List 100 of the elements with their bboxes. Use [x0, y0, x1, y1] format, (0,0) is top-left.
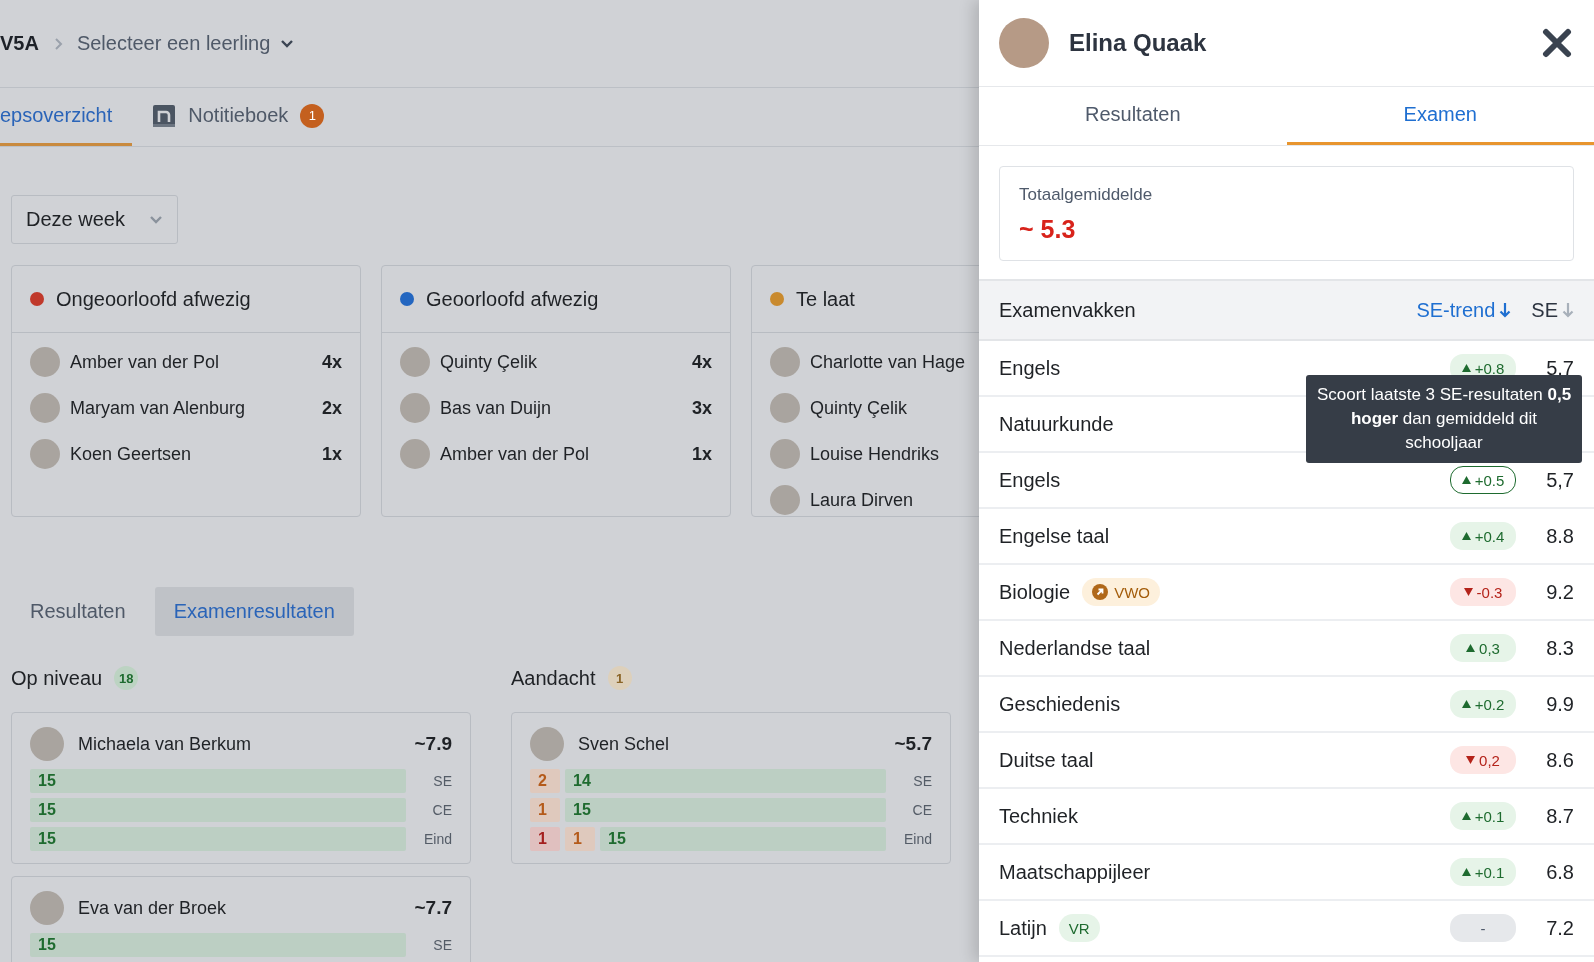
student-name[interactable]: Maryam van Alenburg — [70, 397, 246, 419]
group-title: Aandacht — [511, 666, 596, 690]
tooltip: Scoort laatste 3 SE-resultaten 0,5 hoger dan gemiddeld dit schooljaar — [1306, 375, 1582, 463]
student-name[interactable]: Amber van der Pol — [440, 443, 590, 465]
notebook-icon — [152, 103, 177, 128]
card-title: Te laat — [796, 287, 855, 311]
chevron-down-icon — [148, 214, 163, 225]
avatar — [400, 347, 430, 377]
group-title: Op niveau — [11, 666, 103, 690]
student-name[interactable]: Quinty Çelik — [810, 397, 908, 419]
card-title: Ongeoorloofd afwezig — [56, 287, 251, 311]
chevron-right-icon — [52, 36, 63, 51]
bar-label: SE — [432, 773, 452, 789]
student-name[interactable]: Charlotte van Hage — [810, 351, 966, 373]
sort-column-header[interactable]: SE-trend — [1416, 298, 1512, 322]
avatar — [400, 393, 430, 423]
result-bar-segment: 1 — [530, 798, 560, 822]
avatar — [530, 727, 564, 761]
trend-badge[interactable]: +0.5 — [1450, 466, 1516, 494]
bar-label: Eind — [422, 831, 452, 847]
bar-label: Eind — [902, 831, 932, 847]
student-name: Michaela van Berkum — [78, 733, 252, 755]
trend-badge[interactable]: 0,3 — [1450, 634, 1516, 662]
result-bar-segment: 15 — [30, 827, 406, 851]
bar-label: SE — [912, 773, 932, 789]
chevron-down-icon — [280, 38, 295, 49]
tab[interactable]: epsoverzicht — [0, 88, 133, 146]
subject-name: Maatschappijleer — [999, 860, 1151, 884]
triangle-up-icon — [1461, 812, 1471, 820]
subject-name: Engels — [999, 356, 1061, 380]
bar-label: SE — [432, 937, 452, 953]
student-card[interactable]: Michaela van Berkum ~7.9 15 SE 15 CE 15 Eind — [11, 712, 471, 864]
triangle-up-icon — [1466, 644, 1476, 652]
avatar — [770, 393, 800, 423]
period-dropdown[interactable]: Deze week — [11, 195, 178, 244]
student-select[interactable]: Selecteer een leerling — [76, 32, 295, 55]
avatar — [770, 347, 800, 377]
student-name[interactable]: Quinty Çelik — [440, 351, 538, 373]
absence-count: 2x — [321, 397, 342, 419]
se-grade: 8.3 — [1545, 636, 1574, 660]
se-grade: 8.7 — [1545, 804, 1574, 828]
se-grade: 8.8 — [1545, 524, 1574, 548]
trend-badge[interactable]: +0.4 — [1450, 522, 1516, 550]
result-bar-segment: 15 — [30, 769, 406, 793]
sort-column-header[interactable]: SE — [1531, 298, 1574, 322]
panel-tab[interactable]: Resultaten — [979, 87, 1287, 145]
sort-arrow-icon — [1562, 302, 1574, 318]
avatar — [770, 485, 800, 515]
absence-count: 3x — [691, 397, 712, 419]
trend-badge[interactable]: +0.1 — [1450, 802, 1516, 830]
bar-label: CE — [911, 802, 932, 818]
triangle-up-icon — [1461, 868, 1471, 876]
absence-count: 4x — [691, 351, 712, 373]
se-grade: 6.8 — [1545, 860, 1574, 884]
student-name: Sven Schel — [578, 733, 670, 755]
trend-badge[interactable]: -0.3 — [1450, 578, 1516, 606]
triangle-up-icon — [1461, 700, 1471, 708]
triangle-up-icon — [1461, 532, 1471, 540]
results-tab[interactable]: Resultaten — [11, 587, 145, 636]
se-grade: 9.9 — [1545, 692, 1574, 716]
trend-badge[interactable]: +0.1 — [1450, 858, 1516, 886]
avatar — [30, 347, 60, 377]
result-bar-segment: 15 — [600, 827, 886, 851]
student-name[interactable]: Amber van der Pol — [70, 351, 220, 373]
summary-value: ~ 5.3 — [1019, 215, 1077, 244]
triangle-up-icon — [1461, 364, 1471, 372]
sort-arrow-icon — [1499, 302, 1512, 318]
class-name[interactable]: V5A — [0, 32, 39, 55]
subject-name: Duitse taal — [999, 748, 1094, 772]
absence-count: 4x — [321, 351, 342, 373]
subject-name: Nederlandse taal — [999, 636, 1151, 660]
result-bar-segment: 1 — [530, 827, 560, 851]
se-grade: 8.6 — [1545, 748, 1574, 772]
subject-name: Biologie — [999, 580, 1071, 604]
trend-badge[interactable]: +0.2 — [1450, 690, 1516, 718]
student-card[interactable]: Sven Schel ~5.7 2 14 SE 1 15 CE 1 1 15 Eind — [511, 712, 951, 864]
student-name[interactable]: Bas van Duijn — [440, 397, 552, 419]
student-name[interactable]: Louise Hendriks — [810, 443, 940, 465]
triangle-down-icon — [1463, 588, 1473, 596]
absence-count: 1x — [691, 443, 712, 465]
student-card[interactable]: Eva van der Broek ~7.7 15 SE — [11, 876, 471, 962]
avatar — [30, 891, 64, 925]
triangle-up-icon — [1461, 476, 1471, 484]
trend-badge[interactable]: - — [1450, 914, 1516, 942]
subject-name: Techniek — [999, 804, 1078, 828]
trend-badge[interactable]: 0,2 — [1450, 746, 1516, 774]
tab[interactable]: Notitieboek 1 — [152, 88, 345, 146]
count-badge: 1 — [607, 666, 632, 690]
card-title: Geoorloofd afwezig — [426, 287, 599, 311]
close-icon[interactable] — [1542, 28, 1572, 58]
avatar — [770, 439, 800, 469]
level-tag: VWO — [1082, 578, 1160, 606]
student-name: Eva van der Broek — [78, 897, 227, 919]
student-name: Elina Quaak — [1069, 29, 1207, 57]
result-bar-segment: 1 — [565, 827, 595, 851]
subject-name: Natuurkunde — [999, 412, 1114, 436]
student-name[interactable]: Koen Geertsen — [70, 443, 192, 465]
student-name[interactable]: Laura Dirven — [810, 489, 914, 511]
result-bar-segment: 15 — [565, 798, 886, 822]
panel-tab[interactable]: Examen — [1286, 87, 1594, 145]
